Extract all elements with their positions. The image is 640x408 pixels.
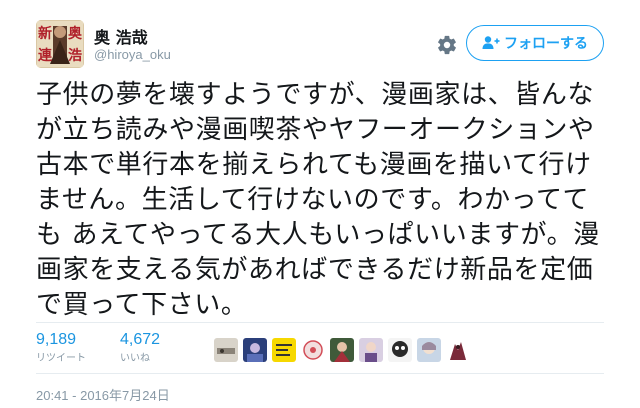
display-name[interactable]: 奥 浩哉 [94, 24, 148, 48]
tweet-line: が立ち読みや漫画喫茶やヤフーオークションや [36, 115, 595, 145]
tweet-text: 子供の夢を壊すようですが、漫画家は、皆んな が立ち読みや漫画喫茶やヤフーオークシ… [36, 78, 608, 323]
tweet-line: ません。生活して行けないのです。わかってて [36, 185, 590, 215]
tweet-card: 新 奥 連 浩 奥 浩哉 @hiroya_oku フォローする 子供の夢を壊すよ… [0, 0, 640, 408]
liker-avatar[interactable] [330, 338, 354, 362]
retweet-label: リツイート [36, 353, 86, 364]
liker-avatar[interactable] [388, 338, 412, 362]
like-count: 4,672 [120, 331, 161, 348]
gear-icon[interactable] [436, 34, 458, 56]
liker-avatar[interactable] [446, 338, 470, 362]
timestamp[interactable]: 20:41 - 2016年7月24日 [36, 385, 170, 404]
tweet-line: 子供の夢を壊すようですが、漫画家は、皆んな [36, 80, 595, 110]
liker-avatars [214, 338, 470, 364]
avatar-char-3: 連 [38, 48, 52, 64]
liker-avatar[interactable] [301, 338, 325, 362]
handle[interactable]: @hiroya_oku [94, 47, 171, 62]
liker-avatar[interactable] [243, 338, 267, 362]
divider-top [36, 322, 604, 323]
liker-avatar[interactable] [272, 338, 296, 362]
avatar[interactable]: 新 奥 連 浩 [36, 20, 84, 68]
person-plus-icon [482, 36, 500, 49]
retweet-count: 9,189 [36, 331, 77, 348]
liker-avatar[interactable] [417, 338, 441, 362]
tweet-line: も あえてやってる大人もいっぱいいますが。漫 [36, 220, 600, 250]
avatar-char-1: 新 [38, 26, 52, 42]
avatar-char-4: 浩 [68, 48, 82, 64]
tweet-line: 古本で単行本を揃えられても漫画を描いて行け [36, 150, 592, 180]
like-label: いいね [120, 353, 150, 364]
follow-button-label: フォローする [504, 36, 588, 52]
divider-bottom [36, 373, 604, 374]
tweet-line: 画家を支える気があればできるだけ新品を定価 [36, 255, 594, 285]
avatar-char-2: 奥 [68, 26, 82, 42]
follow-button[interactable]: フォローする [466, 25, 604, 61]
like-stat[interactable]: 4,672 いいね [120, 330, 160, 366]
tweet-line: で買って下さい。 [36, 290, 248, 320]
liker-avatar[interactable] [214, 338, 238, 362]
liker-avatar[interactable] [359, 338, 383, 362]
retweet-stat[interactable]: 9,189 リツイート [36, 330, 86, 366]
